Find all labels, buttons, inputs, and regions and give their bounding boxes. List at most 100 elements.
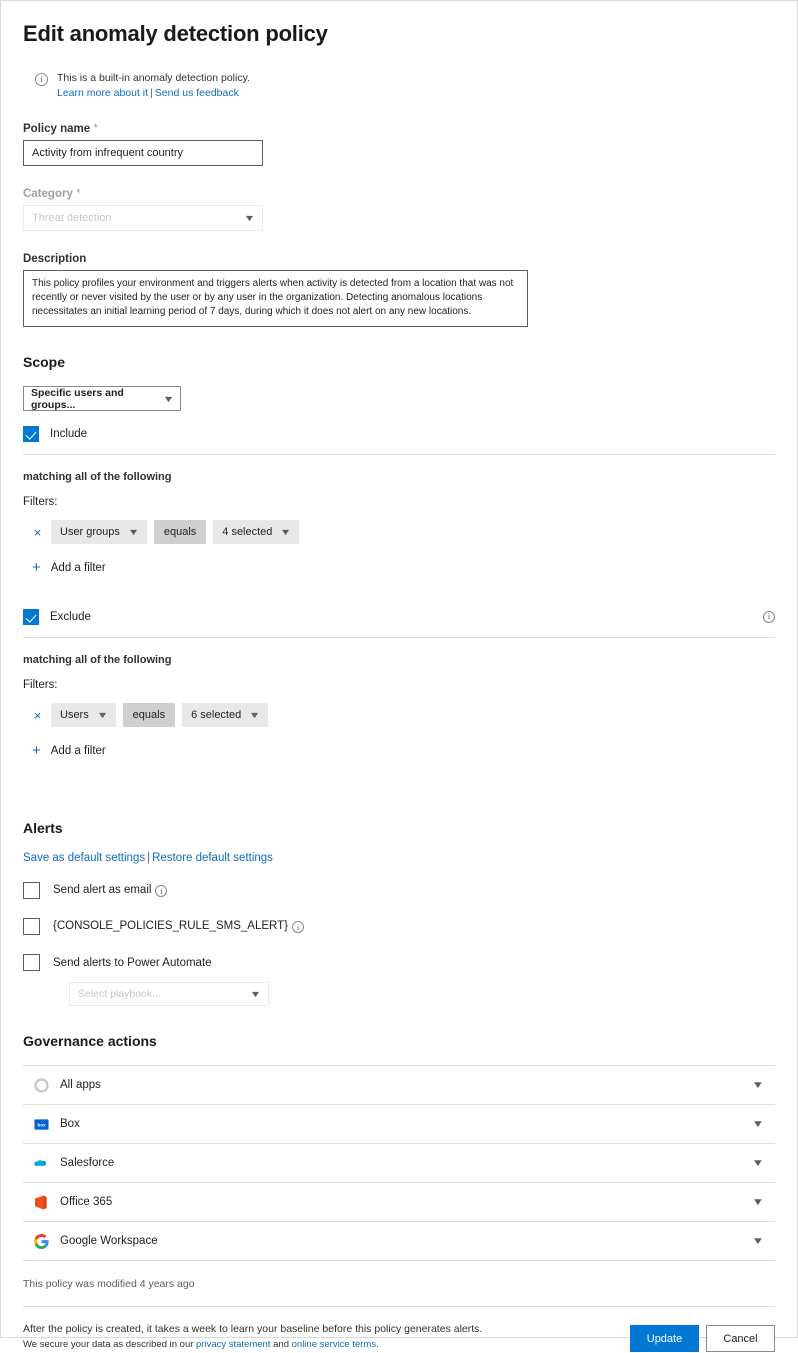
send-alert-email-row[interactable]: Send alert as email i: [23, 882, 775, 899]
chevron-down-icon[interactable]: ▼: [752, 1197, 765, 1208]
salesforce-icon: [33, 1155, 49, 1171]
exclude-filter-field[interactable]: Users ▼: [51, 703, 116, 727]
remove-filter-icon[interactable]: ×: [31, 709, 44, 722]
exclude-filter-value-text: 6 selected: [191, 709, 242, 721]
info-icon: i: [35, 73, 48, 86]
cancel-button[interactable]: Cancel: [706, 1325, 775, 1352]
description-textarea[interactable]: This policy profiles your environment an…: [23, 270, 528, 327]
power-automate-checkbox[interactable]: [23, 954, 40, 971]
governance-row-all-apps[interactable]: All apps ▼: [23, 1066, 775, 1105]
restore-default-settings-link[interactable]: Restore default settings: [152, 852, 273, 864]
plus-icon: +: [32, 742, 41, 759]
playbook-select: Select playbook... ▼: [69, 982, 269, 1006]
info-icon[interactable]: i: [292, 921, 305, 934]
include-add-filter-label: Add a filter: [50, 561, 106, 574]
category-label: Category *: [23, 188, 775, 200]
governance-row-box[interactable]: box Box ▼: [23, 1105, 775, 1144]
include-label: Include: [50, 428, 88, 440]
exclude-label: Exclude: [50, 611, 91, 623]
governance-row-google-workspace[interactable]: Google Workspace ▼: [23, 1222, 775, 1261]
sms-alert-checkbox[interactable]: [23, 918, 40, 935]
footer-buttons: Update Cancel: [630, 1321, 775, 1352]
footer-line-1: After the policy is created, it takes a …: [23, 1323, 483, 1335]
online-service-terms-link[interactable]: online service terms: [292, 1339, 376, 1350]
category-label-text: Category: [23, 188, 73, 200]
include-matching-text: matching all of the following: [23, 471, 172, 483]
exclude-info-icon[interactable]: i: [763, 611, 775, 623]
chevron-down-icon[interactable]: ▼: [752, 1158, 765, 1169]
info-icon[interactable]: i: [155, 885, 168, 898]
chevron-down-icon: ▼: [249, 989, 262, 999]
send-feedback-link[interactable]: Send us feedback: [155, 87, 239, 99]
governance-row-label: All apps: [60, 1079, 101, 1091]
footer-line-2-suffix: .: [376, 1339, 379, 1350]
scope-heading: Scope: [23, 354, 66, 370]
footer-line-2-mid: and: [270, 1339, 292, 1350]
footer-bar: After the policy is created, it takes a …: [23, 1306, 775, 1353]
chevron-down-icon[interactable]: ▼: [752, 1236, 765, 1247]
chevron-down-icon[interactable]: ▼: [752, 1119, 765, 1130]
exclude-matching-text: matching all of the following: [23, 654, 172, 666]
exclude-add-filter-button[interactable]: + Add a filter: [32, 743, 775, 758]
include-checkbox[interactable]: [23, 426, 39, 442]
page-title: Edit anomaly detection policy: [23, 21, 328, 46]
exclude-divider: [23, 637, 775, 638]
send-alert-email-label: Send alert as email i: [53, 883, 168, 898]
sms-alert-row[interactable]: {CONSOLE_POLICIES_RULE_SMS_ALERT} i: [23, 918, 775, 935]
remove-filter-icon[interactable]: ×: [31, 526, 44, 539]
include-filter-value-text: 4 selected: [222, 526, 273, 538]
include-filter-operator[interactable]: equals: [153, 520, 207, 544]
governance-row-label: Box: [60, 1118, 80, 1130]
include-divider: [23, 454, 775, 455]
google-workspace-icon: [33, 1233, 49, 1249]
governance-row-salesforce[interactable]: Salesforce ▼: [23, 1144, 775, 1183]
banner-separator: |: [150, 87, 153, 99]
sms-alert-label: {CONSOLE_POLICIES_RULE_SMS_ALERT} i: [53, 920, 305, 934]
footer-line-2-prefix: We secure your data as described in our: [23, 1339, 197, 1350]
policy-name-label: Policy name *: [23, 123, 775, 135]
scope-selector[interactable]: Specific users and groups... ▼: [23, 386, 181, 411]
include-checkbox-row[interactable]: Include: [23, 426, 775, 442]
governance-row-label: Office 365: [60, 1196, 113, 1208]
category-required-mark: *: [76, 188, 81, 200]
chevron-down-icon: ▼: [162, 393, 175, 404]
include-filter-operator-text: equals: [163, 526, 197, 538]
include-filter-field[interactable]: User groups ▼: [51, 520, 147, 544]
policy-name-input[interactable]: [23, 140, 263, 166]
learn-more-link[interactable]: Learn more about it: [57, 87, 148, 99]
send-alert-email-label-text: Send alert as email: [53, 883, 152, 896]
exclude-checkbox-row[interactable]: Exclude i: [23, 609, 775, 625]
alerts-links-separator: |: [147, 852, 151, 864]
include-filter-field-text: User groups: [60, 526, 120, 538]
builtin-policy-banner: i This is a built-in anomaly detection p…: [35, 71, 775, 101]
include-add-filter-button[interactable]: + Add a filter: [32, 560, 775, 575]
include-filter-value[interactable]: 4 selected ▼: [213, 520, 300, 544]
footer-line-2: We secure your data as described in our …: [23, 1337, 482, 1353]
office365-icon: [33, 1194, 49, 1210]
edit-policy-dialog: Edit anomaly detection policy i This is …: [0, 0, 798, 1352]
include-filter-row: × User groups ▼ equals 4 selected ▼: [31, 520, 775, 544]
governance-row-label: Google Workspace: [60, 1235, 158, 1247]
send-alert-email-checkbox[interactable]: [23, 882, 40, 899]
exclude-filter-operator[interactable]: equals: [122, 703, 176, 727]
update-button[interactable]: Update: [630, 1325, 699, 1352]
chevron-down-icon: ▼: [248, 710, 261, 720]
chevron-down-icon: ▼: [96, 710, 109, 720]
privacy-statement-link[interactable]: privacy statement: [196, 1339, 270, 1350]
exclude-filter-operator-text: equals: [132, 709, 166, 721]
include-filters-label: Filters:: [23, 496, 58, 508]
power-automate-row[interactable]: Send alerts to Power Automate: [23, 954, 775, 971]
chevron-down-icon: ▼: [279, 527, 292, 537]
alerts-links: Save as default settings | Restore default…: [23, 852, 775, 864]
governance-row-office365[interactable]: Office 365 ▼: [23, 1183, 775, 1222]
save-default-settings-link[interactable]: Save as default settings: [23, 852, 145, 864]
exclude-add-filter-label: Add a filter: [50, 744, 106, 757]
chevron-down-icon: ▼: [243, 213, 256, 223]
footer-disclaimer: After the policy is created, it takes a …: [23, 1321, 482, 1353]
exclude-filter-value[interactable]: 6 selected ▼: [182, 703, 269, 727]
alerts-heading: Alerts: [23, 820, 63, 836]
exclude-checkbox[interactable]: [23, 609, 39, 625]
plus-icon: +: [32, 559, 41, 576]
chevron-down-icon[interactable]: ▼: [752, 1080, 765, 1091]
policy-modified-note: This policy was modified 4 years ago: [23, 1278, 195, 1290]
